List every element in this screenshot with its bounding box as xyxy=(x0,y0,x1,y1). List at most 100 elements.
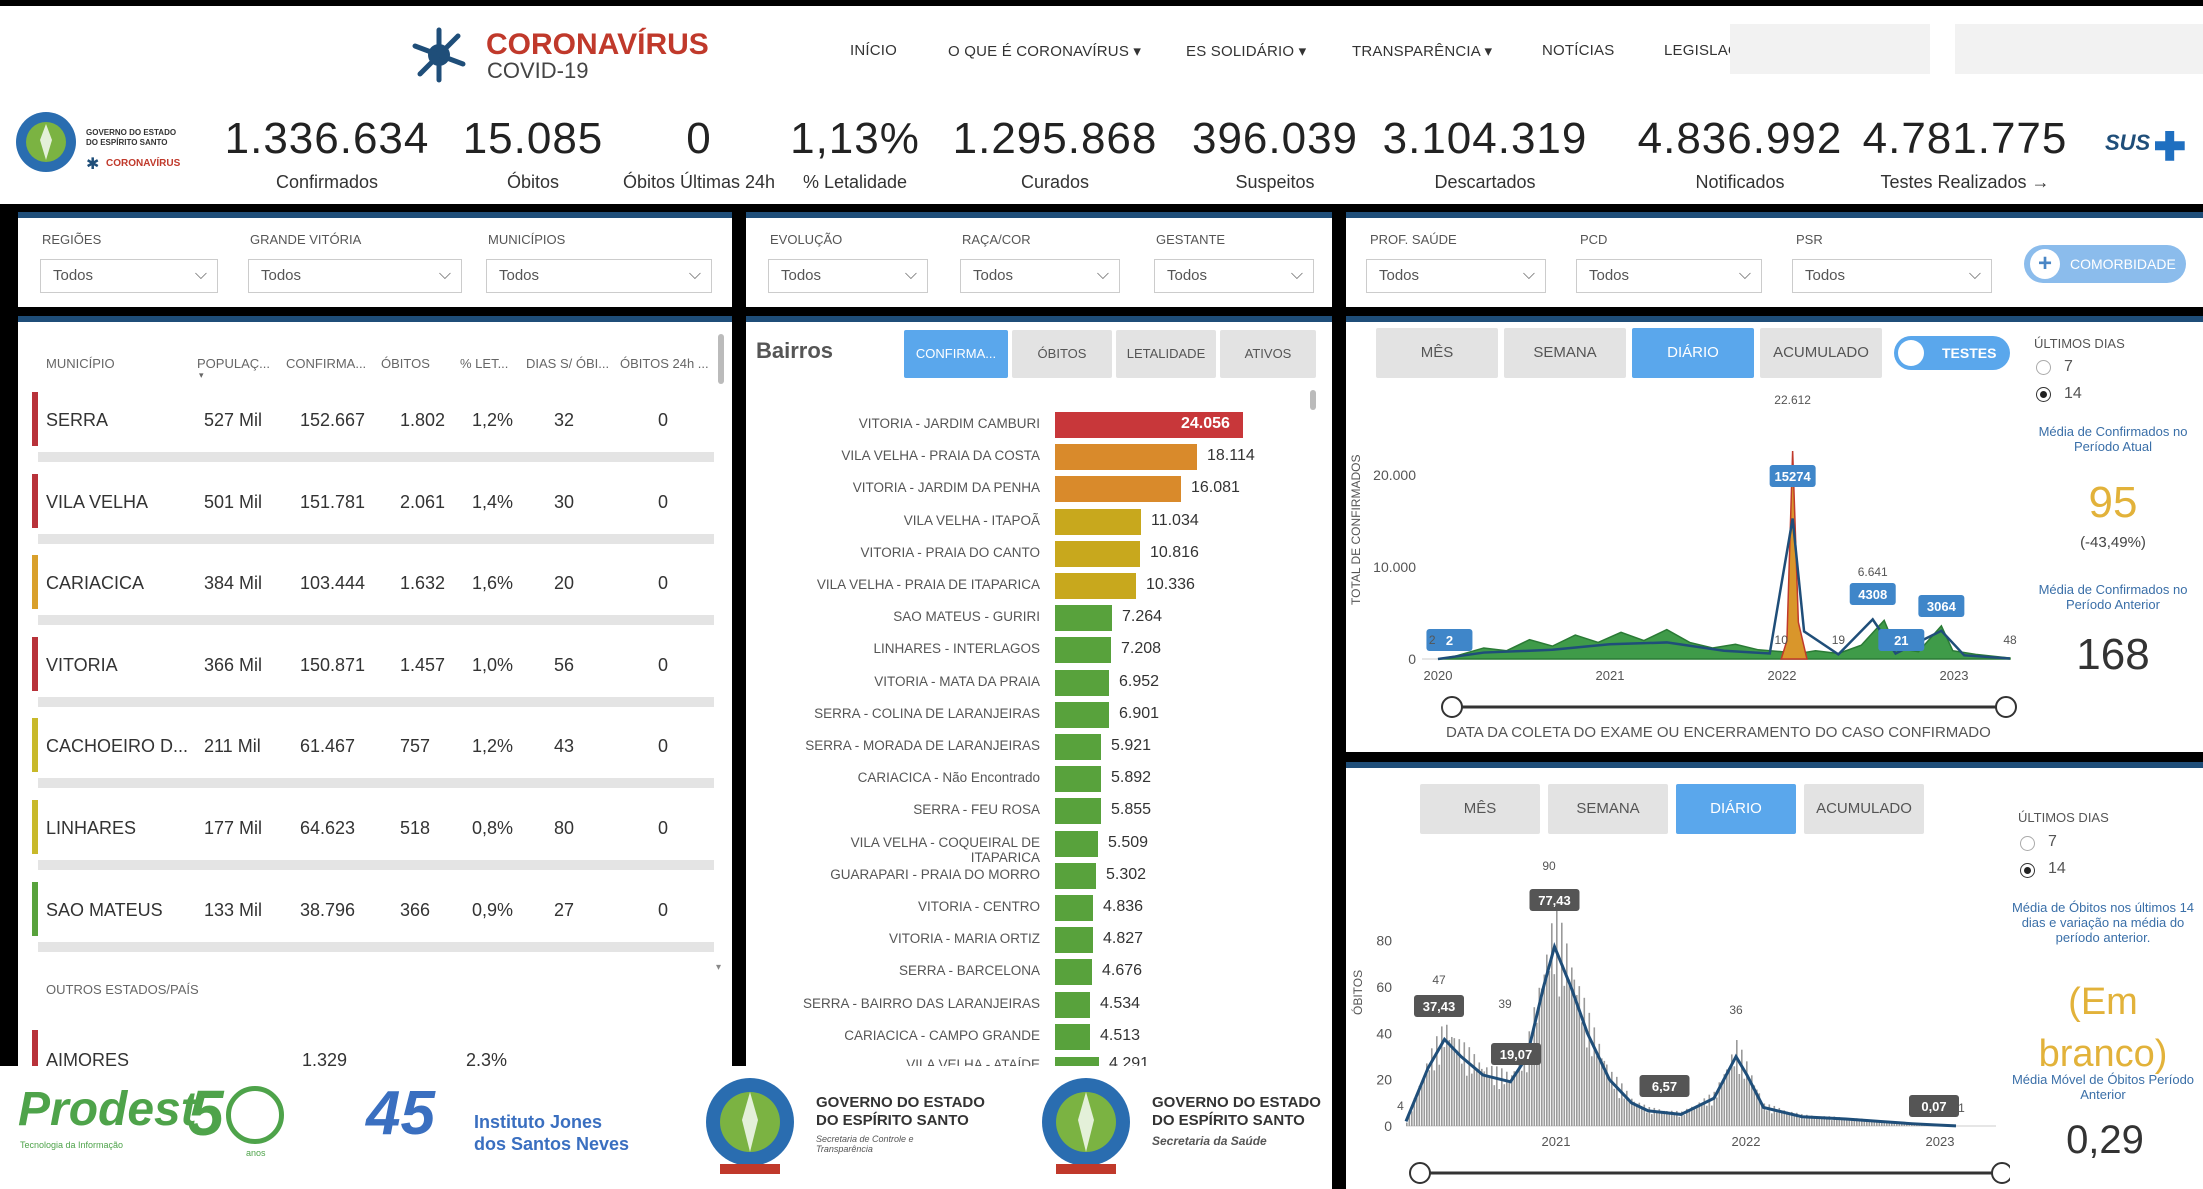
table-scrollbar[interactable] xyxy=(718,334,724,384)
obitos-daily-bar[interactable] xyxy=(1481,1068,1483,1126)
obitos-daily-bar[interactable] xyxy=(1706,1105,1708,1126)
obitos-daily-bar[interactable] xyxy=(1588,1012,1591,1126)
obitos-range-slider-start-handle[interactable] xyxy=(1409,1162,1431,1184)
bairro-bar[interactable] xyxy=(1055,863,1096,889)
nav-inicio[interactable]: INÍCIO xyxy=(850,42,897,59)
nav-o-que-e[interactable]: O QUE É CORONAVÍRUS ▾ xyxy=(948,42,1141,60)
obitos-daily-bar[interactable] xyxy=(1558,996,1561,1126)
obitos-daily-bar[interactable] xyxy=(1548,971,1551,1126)
col-dias-sem-obito[interactable]: DIAS S/ ÓBI... xyxy=(526,356,609,371)
obitos-daily-bar[interactable] xyxy=(1488,1078,1491,1126)
obitos-daily-bar[interactable] xyxy=(1456,1050,1458,1126)
faded-header-button-2[interactable] xyxy=(1955,24,2203,74)
obitos-daily-bar[interactable] xyxy=(1701,1105,1703,1126)
obitos-daily-bar[interactable] xyxy=(1423,1076,1426,1126)
obitos-daily-bar[interactable] xyxy=(1411,1111,1413,1126)
obitos-daily-bar[interactable] xyxy=(1613,1088,1616,1126)
col-confirmados[interactable]: CONFIRMA... xyxy=(286,356,366,371)
obitos-daily-bar[interactable] xyxy=(1656,1112,1658,1126)
bairro-bar[interactable] xyxy=(1055,798,1101,824)
obitos-daily-bar[interactable] xyxy=(1798,1117,1801,1126)
bairro-bar[interactable] xyxy=(1055,637,1111,663)
bairros-tab-confirmados[interactable]: CONFIRMA... xyxy=(904,330,1008,378)
row-municipio[interactable]: LINHARES xyxy=(46,818,136,839)
filter-prof-saude-select[interactable]: Todos ⌵ xyxy=(1366,259,1546,293)
row-municipio[interactable]: VILA VELHA xyxy=(46,492,148,513)
obitos-daily-bar[interactable] xyxy=(1438,1064,1441,1126)
obitos-daily-bar[interactable] xyxy=(1556,906,1558,1126)
bairro-bar[interactable] xyxy=(1055,702,1109,728)
filter-municipios-select[interactable]: Todos ⌵ xyxy=(486,259,712,293)
obitos-daily-bar[interactable] xyxy=(1808,1117,1811,1126)
obitos-daily-bar[interactable] xyxy=(1483,1071,1486,1126)
obitos-daily-bar[interactable] xyxy=(1721,1084,1723,1126)
obitos-daily-bar[interactable] xyxy=(1568,979,1571,1126)
obitos-daily-bar[interactable] xyxy=(1491,1066,1493,1126)
bairro-bar[interactable] xyxy=(1055,670,1109,696)
obitos-daily-bar[interactable] xyxy=(1736,1040,1738,1126)
obitos-daily-bar[interactable] xyxy=(1596,1055,1598,1126)
faded-header-button[interactable] xyxy=(1730,24,1930,74)
obitos-daily-bar[interactable] xyxy=(1576,995,1578,1126)
obitos-daily-bar[interactable] xyxy=(1521,1070,1523,1126)
kpi-testes-label[interactable]: Testes Realizados → xyxy=(1860,172,2070,193)
bairro-bar[interactable] xyxy=(1055,573,1136,599)
obitos-daily-bar[interactable] xyxy=(1493,1085,1496,1126)
obitos-daily-bar[interactable] xyxy=(1501,1068,1503,1126)
conf-range-slider-end-handle[interactable] xyxy=(1995,696,2017,718)
row-municipio[interactable]: CACHOEIRO D... xyxy=(46,736,188,757)
filter-raca-cor-select[interactable]: Todos ⌵ xyxy=(960,259,1120,293)
obitos-daily-bar[interactable] xyxy=(1536,1022,1538,1126)
testes-toggle[interactable]: TESTES xyxy=(1894,336,2010,370)
obitos-daily-bar[interactable] xyxy=(1516,1071,1518,1126)
conf-range-slider-start-handle[interactable] xyxy=(1441,696,1463,718)
bairro-bar[interactable] xyxy=(1055,541,1140,567)
obitos-daily-bar[interactable] xyxy=(1591,1056,1593,1126)
obitos-radio-14[interactable] xyxy=(2020,863,2035,878)
bairros-tab-obitos[interactable]: ÓBITOS xyxy=(1012,330,1112,378)
obitos-daily-bar[interactable] xyxy=(1748,1080,1751,1126)
bairro-bar[interactable] xyxy=(1055,927,1093,953)
obitos-daily-bar[interactable] xyxy=(1836,1119,1838,1126)
obitos-daily-bar[interactable] xyxy=(1608,1077,1611,1126)
obitos-daily-bar[interactable] xyxy=(1771,1113,1773,1126)
obitos-daily-bar[interactable] xyxy=(1443,1047,1446,1126)
bairro-bar[interactable] xyxy=(1055,444,1197,470)
obitos-daily-bar[interactable] xyxy=(1623,1098,1626,1126)
obitos-daily-bar[interactable] xyxy=(1716,1097,1718,1126)
obitos-tab-acumulado[interactable]: ACUMULADO xyxy=(1804,784,1924,834)
bairros-scrollbar[interactable] xyxy=(1310,390,1316,410)
filter-evolucao-select[interactable]: Todos ⌵ xyxy=(768,259,928,293)
obitos-daily-bar[interactable] xyxy=(1586,1047,1588,1126)
obitos-daily-bar[interactable] xyxy=(1803,1118,1806,1126)
obitos-daily-bar[interactable] xyxy=(1668,1112,1671,1126)
obitos-daily-bar[interactable] xyxy=(1673,1114,1676,1126)
obitos-daily-bar[interactable] xyxy=(1476,1070,1478,1126)
obitos-daily-bar[interactable] xyxy=(1468,1047,1471,1126)
comorbidade-button[interactable]: + COMORBIDADE xyxy=(2024,245,2186,283)
obitos-daily-bar[interactable] xyxy=(1541,988,1543,1126)
obitos-daily-bar[interactable] xyxy=(1563,985,1566,1126)
row-municipio[interactable]: SAO MATEUS xyxy=(46,900,163,921)
obitos-daily-bar[interactable] xyxy=(1508,1080,1511,1126)
row-municipio[interactable]: SERRA xyxy=(46,410,108,431)
obitos-daily-bar[interactable] xyxy=(1601,1058,1603,1126)
obitos-daily-bar[interactable] xyxy=(1448,1039,1451,1126)
obitos-tab-semana[interactable]: SEMANA xyxy=(1548,784,1668,834)
filter-gestante-select[interactable]: Todos ⌵ xyxy=(1154,259,1314,293)
obitos-daily-bar[interactable] xyxy=(1696,1105,1698,1126)
bairro-bar[interactable] xyxy=(1055,766,1101,792)
nav-transparencia[interactable]: TRANSPARÊNCIA ▾ xyxy=(1352,42,1492,60)
obitos-daily-bar[interactable] xyxy=(1743,1078,1746,1126)
row-municipio[interactable]: CARIACICA xyxy=(46,573,144,594)
obitos-daily-bar[interactable] xyxy=(1566,943,1568,1126)
bairros-tab-ativos[interactable]: ATIVOS xyxy=(1220,330,1316,378)
nav-es-solidario[interactable]: ES SOLIDÁRIO ▾ xyxy=(1186,42,1306,60)
obitos-daily-bar[interactable] xyxy=(1461,1063,1463,1126)
obitos-daily-bar[interactable] xyxy=(1451,1036,1453,1126)
obitos-daily-bar[interactable] xyxy=(1543,974,1546,1126)
obitos-daily-bar[interactable] xyxy=(1781,1111,1783,1126)
bairros-tab-letalidade[interactable]: LETALIDADE xyxy=(1116,330,1216,378)
bairro-bar[interactable] xyxy=(1055,476,1181,502)
kpi-testes[interactable]: 4.781.775 Testes Realizados → xyxy=(1860,114,2070,193)
